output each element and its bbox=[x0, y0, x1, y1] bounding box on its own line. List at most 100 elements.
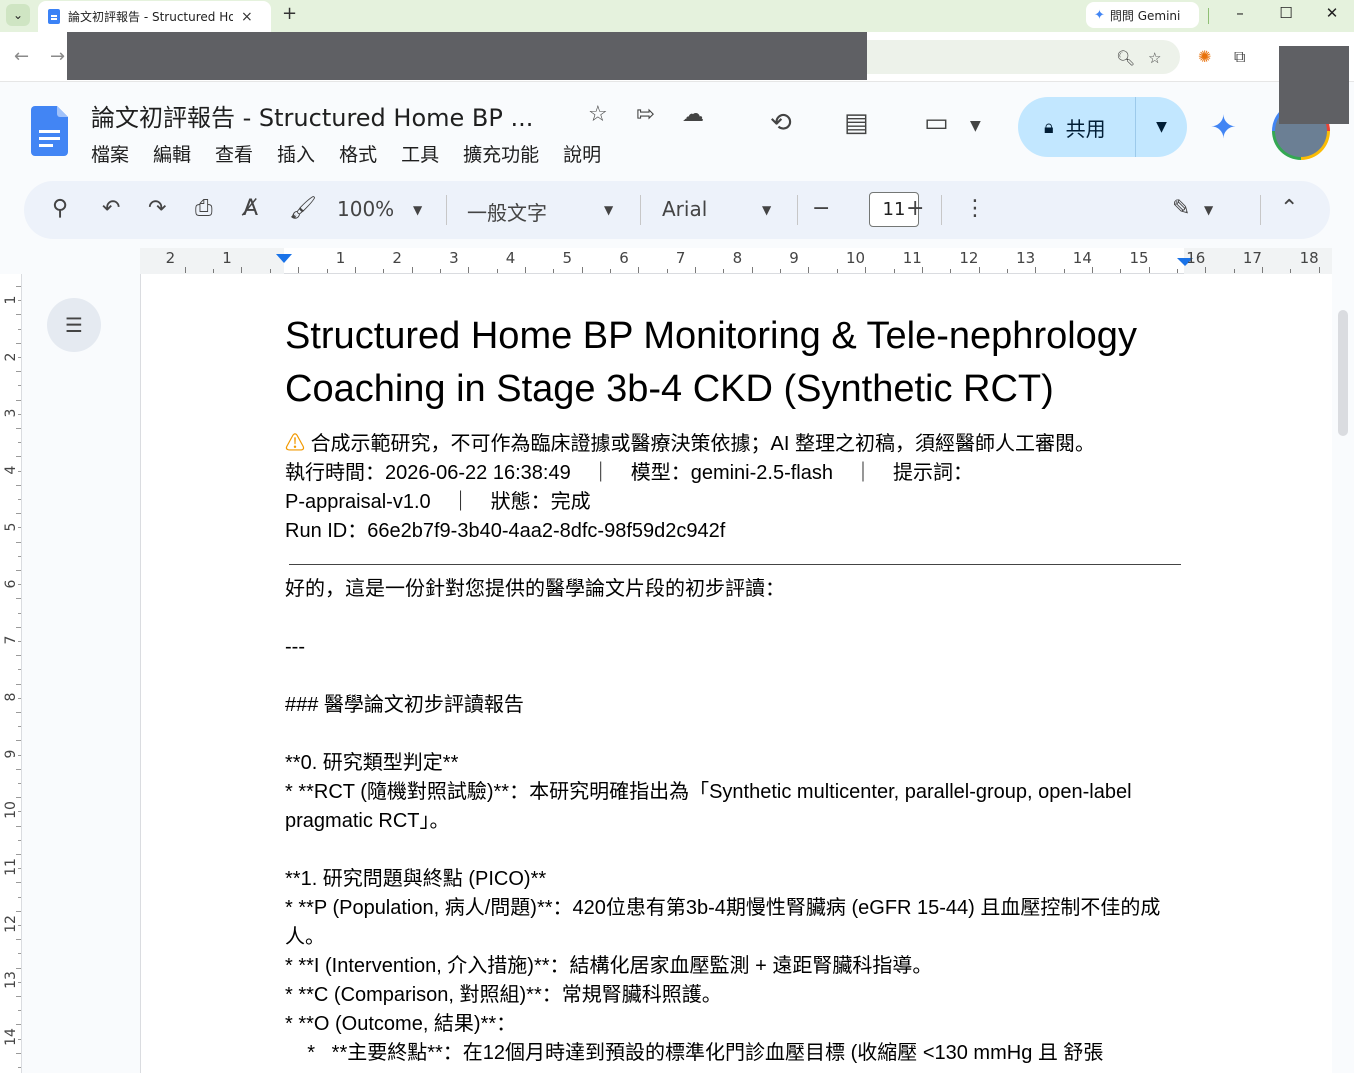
ruler-number: 5 bbox=[562, 249, 573, 267]
spellcheck-icon[interactable]: A̸ bbox=[243, 196, 258, 221]
menu-help[interactable]: 說明 bbox=[563, 140, 601, 167]
vertical-ruler-tick bbox=[16, 740, 21, 742]
vertical-scrollbar[interactable] bbox=[1332, 274, 1354, 1073]
vertical-ruler-number: 11 bbox=[3, 858, 19, 876]
vertical-ruler-number: 10 bbox=[3, 801, 19, 820]
menu-view[interactable]: 查看 bbox=[215, 140, 253, 167]
gemini-spark-icon: ✦ bbox=[1094, 7, 1105, 23]
forward-arrow-icon[interactable]: → bbox=[50, 46, 65, 67]
ruler-tick bbox=[695, 267, 697, 273]
vertical-ruler-tick bbox=[18, 499, 21, 500]
share-dropdown-icon[interactable]: ▼ bbox=[1136, 119, 1187, 135]
ruler-number: 6 bbox=[619, 249, 629, 267]
style-dropdown-icon[interactable]: ▼ bbox=[604, 203, 613, 217]
vertical-ruler-tick bbox=[16, 598, 21, 600]
tab-title: 論文初評報告 - Structured Home BP bbox=[68, 10, 233, 24]
vertical-ruler-tick bbox=[16, 683, 21, 685]
editing-mode-dropdown-icon[interactable]: ▼ bbox=[1204, 203, 1213, 217]
vertical-ruler-tick bbox=[16, 428, 21, 429]
menu-format[interactable]: 格式 bbox=[339, 140, 377, 167]
minimize-button[interactable]: – bbox=[1225, 4, 1255, 22]
vertical-ruler-tick bbox=[18, 1067, 21, 1068]
hide-menus-chevron-up-icon[interactable]: ⌃ bbox=[1280, 196, 1298, 221]
increase-font-size-icon[interactable]: + bbox=[906, 196, 924, 221]
font-select[interactable]: Arial bbox=[662, 197, 707, 221]
close-window-button[interactable]: ✕ bbox=[1317, 4, 1347, 22]
toolbar-divider bbox=[1260, 195, 1261, 225]
search-menus-icon[interactable]: ⚲ bbox=[52, 196, 68, 221]
ruler-tick bbox=[326, 269, 328, 273]
back-arrow-icon[interactable]: ← bbox=[14, 46, 29, 67]
share-main[interactable]: 🔒︎ 共用 bbox=[1018, 97, 1136, 157]
browser-address-row: ← → 🔍︎ ☆ ✺ ⧉ bbox=[0, 32, 1354, 82]
share-button[interactable]: 🔒︎ 共用 ▼ bbox=[1018, 97, 1187, 157]
zoom-dropdown-icon[interactable]: ▼ bbox=[413, 203, 422, 217]
redo-icon[interactable]: ↷ bbox=[148, 196, 166, 221]
ruler-number: 8 bbox=[732, 249, 743, 267]
meta-line-1: 執行時間：2026-06-22 16:38:49 ｜ 模型：gemini-2.5… bbox=[285, 462, 973, 484]
menu-edit[interactable]: 編輯 bbox=[153, 140, 191, 167]
gemini-star-icon[interactable]: ✦ bbox=[1210, 108, 1237, 146]
menu-extensions[interactable]: 擴充功能 bbox=[463, 140, 539, 167]
font-dropdown-icon[interactable]: ▼ bbox=[762, 203, 771, 217]
menu-tools[interactable]: 工具 bbox=[401, 140, 439, 167]
version-history-icon[interactable]: ⟲ bbox=[770, 108, 792, 138]
ruler-number: 10 bbox=[846, 249, 866, 267]
ruler-tick bbox=[1035, 267, 1037, 273]
zoom-magnifier-icon[interactable]: 🔍︎ bbox=[1116, 49, 1135, 67]
vertical-ruler-tick bbox=[18, 811, 21, 813]
cloud-saved-icon[interactable]: ☁ bbox=[682, 102, 704, 127]
paint-format-icon[interactable]: 🖌︎ bbox=[289, 196, 317, 221]
comments-icon[interactable]: ▤ bbox=[844, 108, 869, 138]
star-icon[interactable]: ☆ bbox=[588, 102, 608, 127]
browser-tab-active[interactable]: 論文初評報告 - Structured Home BP × bbox=[38, 1, 271, 32]
pico-population: * **P (Population, 病人/問題)**：420位患有第3b-4期… bbox=[285, 897, 1161, 948]
docs-favicon-icon bbox=[48, 9, 60, 24]
ruler-number: 3 bbox=[449, 249, 459, 267]
editing-mode-pencil-icon[interactable]: ✎ bbox=[1172, 196, 1190, 221]
ruler-number: 1 bbox=[335, 249, 346, 267]
document-page[interactable]: Structured Home BP Monitoring & Tele-nep… bbox=[140, 274, 1332, 1073]
vertical-ruler-tick bbox=[16, 910, 21, 912]
tab-search-chevron-icon[interactable]: ⌄ bbox=[6, 4, 30, 26]
menu-file[interactable]: 檔案 bbox=[91, 140, 129, 167]
scrollbar-thumb[interactable] bbox=[1338, 310, 1348, 436]
more-options-icon[interactable]: ⋮ bbox=[964, 196, 986, 221]
ruler-tick bbox=[921, 267, 923, 273]
ruler-tick bbox=[581, 267, 583, 273]
meta-line-2: P-appraisal-v1.0 ｜ 狀態：完成 bbox=[285, 491, 591, 513]
zoom-select[interactable]: 100% bbox=[337, 197, 394, 221]
google-docs-logo-icon[interactable] bbox=[31, 106, 68, 156]
horizontal-ruler[interactable]: 2 1 1 2 3 4 5 6 7 8 9 10 11 12 13 14 15 16 17 18 bbox=[140, 248, 1332, 274]
left-indent-marker-icon[interactable] bbox=[276, 254, 292, 263]
vertical-ruler-tick bbox=[18, 896, 21, 898]
warning-text: 合成示範研究，不可作為臨床證據或醫療決策依據；AI 整理之初稿，須經醫師人工審閱… bbox=[310, 433, 1096, 455]
ask-gemini-button[interactable]: ✦ 問問 Gemini bbox=[1086, 2, 1199, 28]
meet-camera-icon[interactable]: ▭ bbox=[924, 108, 949, 138]
document-outline-list-icon[interactable]: ☰ bbox=[47, 298, 101, 352]
extensions-puzzle-icon[interactable]: ⧉ bbox=[1234, 47, 1245, 67]
undo-icon[interactable]: ↶ bbox=[102, 196, 120, 221]
ruler-tick bbox=[553, 269, 555, 273]
maximize-button[interactable]: ☐ bbox=[1271, 4, 1301, 22]
document-title[interactable]: 論文初評報告 - Structured Home BP ... bbox=[91, 98, 533, 133]
ruler-tick bbox=[1006, 269, 1008, 273]
section-0-title: **0. 研究類型判定** bbox=[285, 752, 459, 774]
print-icon[interactable]: ⎙ bbox=[195, 196, 213, 221]
menu-insert[interactable]: 插入 bbox=[277, 140, 315, 167]
tab-close-icon[interactable]: × bbox=[241, 9, 253, 25]
extension-sunburst-icon[interactable]: ✺ bbox=[1198, 47, 1211, 66]
meet-dropdown-icon[interactable]: ▼ bbox=[970, 118, 981, 134]
paragraph-style-select[interactable]: 一般文字 bbox=[467, 197, 547, 226]
bookmark-star-icon[interactable]: ☆ bbox=[1148, 49, 1161, 67]
ruler-number: 2 bbox=[165, 249, 176, 267]
pico-intervention: * **I (Intervention, 介入措施)**：結構化居家血壓監測 +… bbox=[285, 955, 933, 977]
vertical-ruler-tick bbox=[16, 854, 21, 855]
move-folder-icon[interactable]: ⇰ bbox=[636, 102, 654, 127]
vertical-ruler-tick bbox=[18, 442, 21, 444]
vertical-ruler-tick bbox=[18, 669, 21, 671]
new-tab-button[interactable]: + bbox=[282, 3, 297, 24]
toolbar-divider bbox=[941, 195, 942, 225]
vertical-ruler-tick bbox=[16, 967, 21, 969]
decrease-font-size-icon[interactable]: − bbox=[812, 196, 830, 221]
